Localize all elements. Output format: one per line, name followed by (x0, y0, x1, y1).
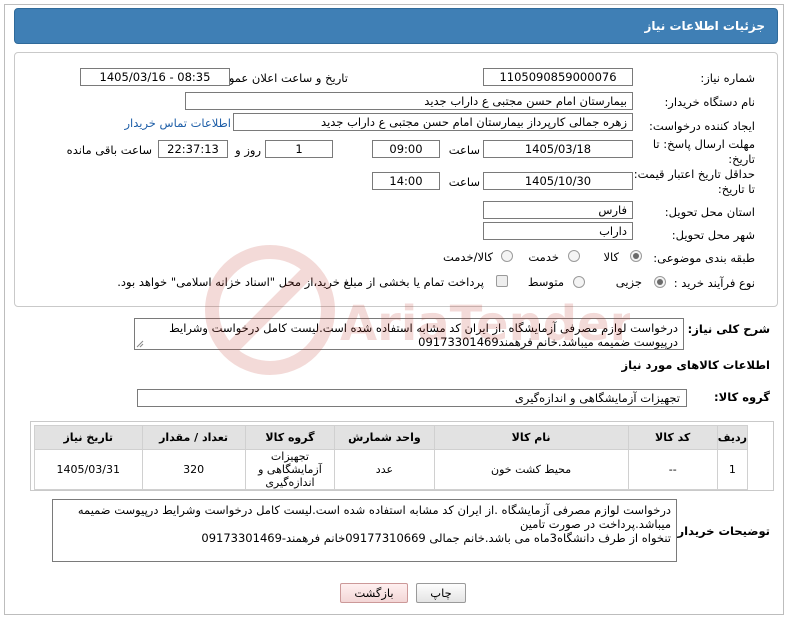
general-desc-line-1: درخواست لوازم مصرفی آزمایشگاه .از ایران … (169, 321, 678, 335)
col-date: تاریخ نیاز (34, 425, 143, 450)
col-name: نام کالا (433, 425, 629, 450)
cell-name: محیط کشت خون (433, 449, 629, 490)
category-goods-radio[interactable] (630, 250, 642, 262)
goods-section-title: اطلاعات کالاهای مورد نیاز (621, 358, 770, 372)
announce-field: 1405/03/16 - 08:35 (80, 68, 230, 86)
need-number-field: 1105090859000076 (483, 68, 633, 86)
category-goods-service-label: کالا/خدمت (442, 250, 493, 264)
days-field: 1 (265, 140, 333, 158)
cell-date: 1405/03/31 (34, 449, 143, 490)
deadline-label-1: مهلت ارسال پاسخ: تا (652, 137, 755, 151)
process-label: نوع فرآیند خرید : (673, 276, 755, 290)
general-desc-line-2: درپیوست ضمیمه میباشد.خانم فرهمند09173301… (418, 335, 678, 349)
payment-note: پرداخت تمام یا بخشی از مبلغ خرید،از محل … (117, 275, 484, 289)
price-validity-label-2: تا تاریخ: (717, 182, 755, 196)
goods-group-field: تجهیزات آزمایشگاهی و اندازه‌گیری (137, 389, 687, 407)
need-number-label: شماره نیاز: (700, 71, 755, 85)
category-label: طبقه بندی موضوعی: (653, 251, 755, 265)
buyer-notes-line-1: درخواست لوازم مصرفی آزمایشگاه .از ایران … (77, 503, 671, 517)
cell-unit: عدد (334, 449, 435, 490)
buyer-notes-label: توضیحات خریدار: (672, 524, 770, 538)
price-date-field: 1405/10/30 (483, 172, 633, 190)
province-field: فارس (483, 201, 633, 219)
deadline-label-2: تاریخ: (728, 152, 755, 166)
col-row: ردیف (716, 425, 749, 450)
price-time-field: 14:00 (372, 172, 440, 190)
process-minor-radio[interactable] (654, 276, 666, 288)
days-label: روز و (235, 143, 261, 157)
goods-table: ردیف کد کالا نام کالا واحد شمارش گروه کا… (34, 425, 749, 490)
category-service-radio[interactable] (568, 250, 580, 262)
category-goods-label: کالا (603, 250, 619, 264)
buyer-notes-field: درخواست لوازم مصرفی آزمایشگاه .از ایران … (52, 499, 677, 562)
deadline-time-field: 09:00 (372, 140, 440, 158)
buyer-notes-line-3: تنخواه از طرف دانشگاه3ماه می باشد.خانم ج… (201, 531, 671, 545)
category-service-label: خدمت (528, 250, 559, 264)
cell-qty: 320 (141, 449, 246, 490)
resize-grip-icon[interactable] (136, 340, 144, 348)
deadline-date-field: 1405/03/18 (483, 140, 633, 158)
col-qty: تعداد / مقدار (141, 425, 246, 450)
contact-info-link[interactable]: اطلاعات تماس خریدار (124, 116, 231, 130)
back-button[interactable]: بازگشت (340, 583, 408, 603)
deadline-time-label: ساعت (448, 143, 480, 157)
price-time-label: ساعت (448, 175, 480, 189)
print-button[interactable]: چاپ (416, 583, 466, 603)
table-row: 1 -- محیط کشت خون عدد تجهیزات آزمایشگاهی… (34, 449, 749, 490)
goods-group-label: گروه کالا: (714, 390, 770, 404)
cell-row: 1 (716, 449, 749, 490)
treasury-payment-checkbox[interactable] (496, 275, 508, 287)
city-label: شهر محل تحویل: (671, 228, 755, 242)
cell-group-line-2: آزمایشگاهی و (258, 463, 322, 476)
category-goods-service-radio[interactable] (501, 250, 513, 262)
price-validity-label-1: حداقل تاریخ اعتبار قیمت: (633, 167, 755, 181)
cell-group-line-3: اندازه‌گیری (265, 476, 315, 489)
col-group: گروه کالا (244, 425, 336, 450)
goods-table-header: ردیف کد کالا نام کالا واحد شمارش گروه کا… (34, 425, 749, 450)
announce-label: تاریخ و ساعت اعلان عمومی: (209, 71, 348, 85)
cell-group: تجهیزات آزمایشگاهی و اندازه‌گیری (244, 449, 336, 490)
buyer-org-label: نام دستگاه خریدار: (664, 95, 755, 109)
remaining-time-field: 22:37:13 (158, 140, 228, 158)
goods-table-wrapper: ردیف کد کالا نام کالا واحد شمارش گروه کا… (30, 421, 774, 491)
province-label: استان محل تحویل: (664, 205, 755, 219)
page-title: جزئیات اطلاعات نیاز (644, 19, 765, 33)
cell-code: -- (627, 449, 718, 490)
process-medium-label: متوسط (527, 275, 564, 289)
city-field: داراب (483, 222, 633, 240)
general-desc-field: درخواست لوازم مصرفی آزمایشگاه .از ایران … (134, 318, 684, 350)
creator-field: زهره جمالی کارپرداز بیمارستان امام حسن م… (233, 113, 633, 131)
buyer-notes-line-2: میباشد.پرداخت در صورت تامین (519, 517, 671, 531)
process-medium-radio[interactable] (573, 276, 585, 288)
col-unit: واحد شمارش (334, 425, 435, 450)
page-header: جزئیات اطلاعات نیاز (14, 8, 778, 44)
process-minor-label: جزیی (615, 275, 642, 289)
col-code: کد کالا (627, 425, 718, 450)
cell-group-line-1: تجهیزات (270, 450, 309, 463)
general-desc-label: شرح کلی نیاز: (687, 322, 770, 336)
buyer-org-field: بیمارستان امام حسن مجتبی ع داراب جدید (185, 92, 633, 110)
remaining-label: ساعت باقی مانده (66, 143, 152, 157)
creator-label: ایجاد کننده درخواست: (649, 119, 755, 133)
